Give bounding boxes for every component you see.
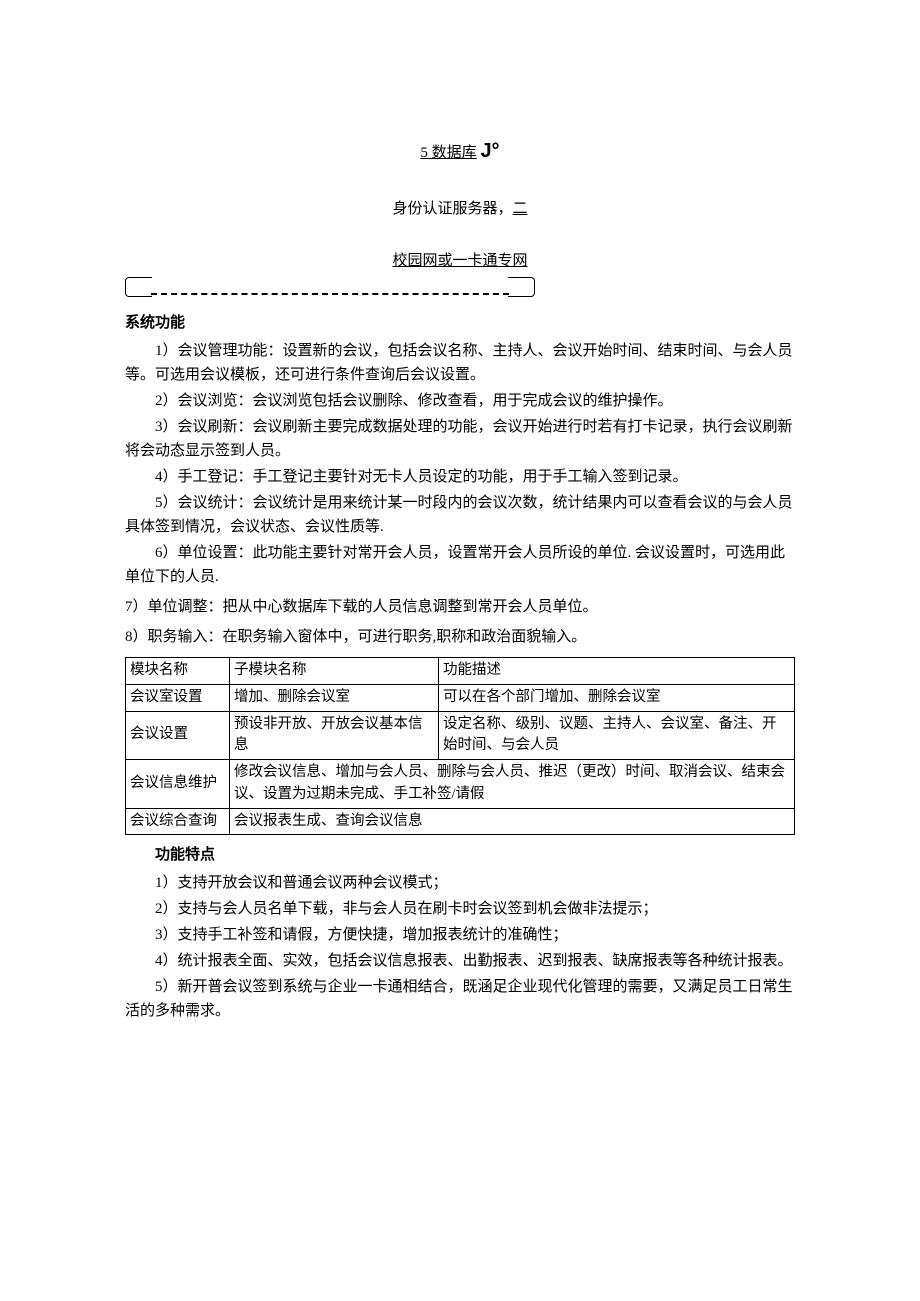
auth-underline: 二 bbox=[513, 201, 528, 217]
sysfunc-para-1: 1）会议管理功能：设置新的会议，包括会议名称、主持人、会议开始时间、结束时间、与… bbox=[125, 339, 795, 387]
cell-desc: 设定名称、级别、议题、主持人、会议室、备注、开始时间、与会人员 bbox=[439, 711, 795, 760]
table-row: 会议室设置 增加、删除会议室 可以在各个部门增加、删除会议室 bbox=[126, 684, 795, 711]
feat-para-1: 1）支持开放会议和普通会议两种会议模式； bbox=[125, 871, 795, 895]
feat-para-5: 5）新开普会议签到系统与企业一卡通相结合，既涵足企业现代化管理的需要，又满足员工… bbox=[125, 975, 795, 1023]
bracket-decoration bbox=[125, 277, 795, 301]
title-link: 5 数据库 bbox=[420, 145, 476, 161]
table-row: 会议设置 预设非开放、开放会议基本信息 设定名称、级别、议题、主持人、会议室、备… bbox=[126, 711, 795, 760]
auth-line: 身份认证服务器，二 bbox=[125, 197, 795, 221]
module-table: 模块名称 子模块名称 功能描述 会议室设置 增加、删除会议室 可以在各个部门增加… bbox=[125, 657, 795, 835]
th-submodule: 子模块名称 bbox=[230, 658, 439, 685]
system-function-heading: 系统功能 bbox=[125, 311, 795, 335]
th-module: 模块名称 bbox=[126, 658, 230, 685]
feature-heading: 功能特点 bbox=[125, 843, 795, 867]
cell-sub: 增加、删除会议室 bbox=[230, 684, 439, 711]
document-page: 5 数据库 J° 身份认证服务器，二 校园网或一卡通专网 系统功能 1）会议管理… bbox=[0, 0, 920, 1301]
sysfunc-para-8: 8）职务输入：在职务输入窗体中，可进行职务,职称和政治面貌输入。 bbox=[125, 625, 795, 649]
title-prefix: 5 数据库 bbox=[420, 145, 476, 161]
table-row: 会议信息维护 修改会议信息、增加与会人员、删除与会人员、推迟（更改）时间、取消会… bbox=[126, 760, 795, 809]
cell-merged: 修改会议信息、增加与会人员、删除与会人员、推迟（更改）时间、取消会议、结束会议、… bbox=[230, 760, 795, 809]
feat-para-2: 2）支持与会人员名单下载，非与会人员在刷卡时会议签到机会做非法提示； bbox=[125, 897, 795, 921]
feat-para-3: 3）支持手工补签和请假，方便快捷，增加报表统计的准确性； bbox=[125, 923, 795, 947]
cell-module: 会议室设置 bbox=[126, 684, 230, 711]
auth-text: 身份认证服务器， bbox=[392, 201, 512, 217]
sysfunc-para-2: 2）会议浏览：会议浏览包括会议删除、修改查看，用于完成会议的维护操作。 bbox=[125, 389, 795, 413]
table-row: 会议综合查询 会议报表生成、查询会议信息 bbox=[126, 808, 795, 835]
sysfunc-para-6: 6）单位设置：此功能主要针对常开会人员，设置常开会人员所设的单位. 会议设置时，… bbox=[125, 541, 795, 589]
title-glyph: J° bbox=[480, 140, 499, 162]
th-desc: 功能描述 bbox=[439, 658, 795, 685]
cell-module: 会议信息维护 bbox=[126, 760, 230, 809]
feat-para-4: 4）统计报表全面、实效，包括会议信息报表、出勤报表、迟到报表、缺席报表等各种统计… bbox=[125, 949, 795, 973]
sysfunc-para-4: 4）手工登记：手工登记主要针对无卡人员设定的功能，用于手工输入签到记录。 bbox=[125, 465, 795, 489]
sysfunc-para-3: 3）会议刷新：会议刷新主要完成数据处理的功能，会议开始进行时若有打卡记录，执行会… bbox=[125, 415, 795, 463]
sysfunc-para-7: 7）单位调整：把从中心数据库下载的人员信息调整到常开会人员单位。 bbox=[125, 595, 795, 619]
network-line: 校园网或一卡通专网 bbox=[125, 249, 795, 273]
cell-desc: 可以在各个部门增加、删除会议室 bbox=[439, 684, 795, 711]
cell-sub: 预设非开放、开放会议基本信息 bbox=[230, 711, 439, 760]
table-header-row: 模块名称 子模块名称 功能描述 bbox=[126, 658, 795, 685]
title-line: 5 数据库 J° bbox=[125, 135, 795, 167]
cell-module: 会议设置 bbox=[126, 711, 230, 760]
cell-module: 会议综合查询 bbox=[126, 808, 230, 835]
sysfunc-para-5: 5）会议统计：会议统计是用来统计某一时段内的会议次数，统计结果内可以查看会议的与… bbox=[125, 491, 795, 539]
cell-merged: 会议报表生成、查询会议信息 bbox=[230, 808, 795, 835]
